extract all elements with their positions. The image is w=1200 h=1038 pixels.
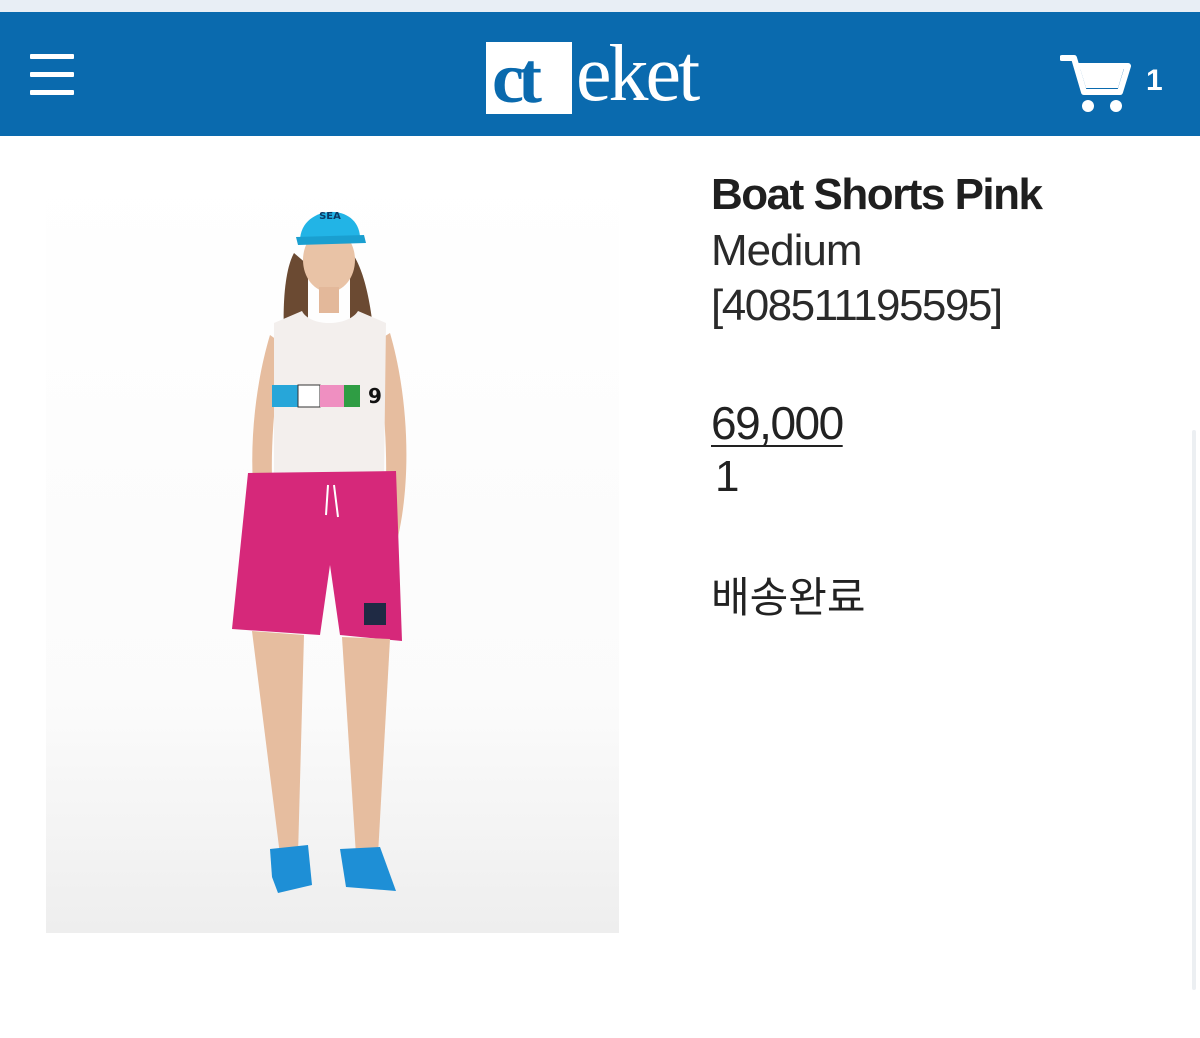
svg-text:9: 9 [368,384,382,408]
cart-icon [1059,55,1131,112]
product-size: Medium [711,226,862,275]
scrollbar[interactable] [1192,430,1196,990]
top-edge [0,0,1200,12]
product-photo: SEA 9 [46,165,619,933]
cart-button[interactable]: 1 [1059,52,1163,116]
cteket-logo[interactable]: ct eket [486,32,726,118]
logo-box-text: ct [492,38,542,118]
svg-text:SEA: SEA [319,211,341,222]
delivery-status: 배송완료 [711,573,866,622]
hamburger-menu-icon[interactable] [28,52,76,100]
product-sku: [408511195595] [711,281,1003,330]
logo-box: ct [486,38,572,118]
app-header: ct eket 1 [0,12,1200,136]
product-name: Boat Shorts Pink [711,170,1043,219]
logo-text: eket [576,30,700,118]
cart-count-badge: 1 [1146,64,1163,97]
product-quantity: 1 [715,452,740,501]
product-price-link[interactable]: 69,000 [711,396,844,450]
